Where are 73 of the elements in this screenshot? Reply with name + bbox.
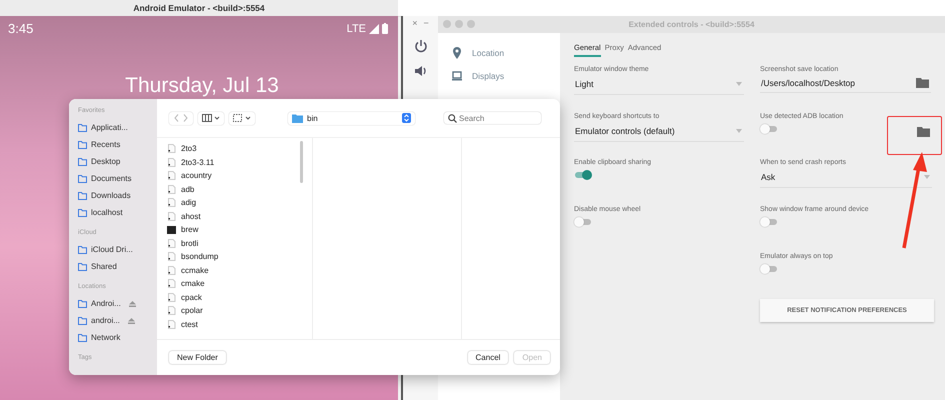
file-item[interactable]: cpack xyxy=(167,290,312,304)
terminal-icon xyxy=(167,226,176,234)
document-icon xyxy=(167,292,176,302)
file-item[interactable]: cmake xyxy=(167,277,312,290)
location-pin-icon xyxy=(452,47,462,59)
file-item[interactable]: 2to3 xyxy=(167,142,312,156)
caret-icon xyxy=(736,128,742,133)
network-label: LTE xyxy=(346,22,366,34)
document-icon xyxy=(167,212,176,221)
document-icon xyxy=(167,144,176,154)
folder-icon[interactable] xyxy=(917,126,930,137)
file-item[interactable]: acountry xyxy=(167,169,312,182)
file-item[interactable]: adb xyxy=(167,182,312,196)
document-icon xyxy=(167,158,176,167)
stepper-icon xyxy=(402,113,411,123)
file-item[interactable]: adig xyxy=(167,196,312,210)
volume-icon[interactable] xyxy=(414,64,428,78)
document-icon xyxy=(167,238,176,248)
toggle-switch[interactable] xyxy=(760,264,778,274)
folder-icon[interactable] xyxy=(916,77,929,88)
sidebar-item[interactable]: Recents xyxy=(78,136,153,153)
file-item[interactable]: ahost xyxy=(167,210,312,223)
document-icon xyxy=(167,198,176,208)
document-icon xyxy=(167,279,176,288)
toggle-switch[interactable] xyxy=(574,217,592,228)
sidebar-item[interactable]: Shared xyxy=(78,258,153,275)
caret-icon xyxy=(924,175,930,180)
folder-popup[interactable]: bin xyxy=(288,112,415,124)
folder-icon xyxy=(292,114,303,122)
dialog-button[interactable]: Cancel xyxy=(468,351,508,364)
document-icon xyxy=(167,320,176,329)
document-icon xyxy=(167,306,176,316)
eject-icon[interactable] xyxy=(128,318,135,324)
window-title: Extended controls - <build>:5554 xyxy=(628,20,754,29)
sidebar-item[interactable]: Network xyxy=(78,329,153,346)
sidebar-item[interactable]: androi... xyxy=(78,312,153,329)
document-icon xyxy=(167,171,176,180)
sidebar-item[interactable]: localhost xyxy=(78,204,153,221)
new-folder-button[interactable]: New Folder xyxy=(169,351,226,364)
status-time: 3:45 xyxy=(8,21,34,36)
file-item[interactable]: cpolar xyxy=(167,304,312,318)
annotation-box xyxy=(887,116,942,155)
scroll-bar[interactable] xyxy=(300,141,303,183)
file-item[interactable]: bsondump xyxy=(167,250,312,264)
file-item[interactable]: ctest xyxy=(167,318,312,331)
search-field[interactable]: Search xyxy=(444,112,541,124)
eject-icon[interactable] xyxy=(128,300,136,306)
power-icon[interactable] xyxy=(414,39,428,53)
toggle-switch[interactable] xyxy=(760,217,778,228)
monitor-icon xyxy=(452,71,462,81)
sidebar-item[interactable]: Downloads xyxy=(78,187,153,204)
battery-icon xyxy=(382,23,388,34)
file-item[interactable]: ccmake xyxy=(167,264,312,277)
sidebar-item[interactable]: iCloud Dri... xyxy=(78,241,153,258)
dropdown[interactable]: Light xyxy=(574,73,744,95)
caret-icon xyxy=(736,82,742,86)
sidebar-item[interactable]: Documents xyxy=(78,170,153,187)
sidebar-item[interactable]: Applicati... xyxy=(78,119,153,136)
toggle-switch[interactable] xyxy=(574,170,592,180)
sidebar-item[interactable]: Desktop xyxy=(78,153,153,170)
file-item[interactable]: brotli xyxy=(167,236,312,250)
lock-screen-date: Thursday, Jul 13 xyxy=(124,74,280,98)
document-icon xyxy=(167,252,176,262)
dropdown[interactable]: Emulator controls (default) xyxy=(574,120,744,142)
window-control[interactable]: − xyxy=(424,18,429,28)
sidebar-item[interactable]: Androi... xyxy=(78,295,153,312)
path-field[interactable]: /Users/localhost/Desktop xyxy=(761,78,856,88)
toggle-switch[interactable] xyxy=(760,124,778,134)
document-icon xyxy=(167,184,176,194)
file-item[interactable]: 2to3-3.11 xyxy=(167,156,312,169)
file-item[interactable]: brew xyxy=(167,223,312,236)
signal-icon xyxy=(369,24,379,34)
document-icon xyxy=(167,266,176,275)
